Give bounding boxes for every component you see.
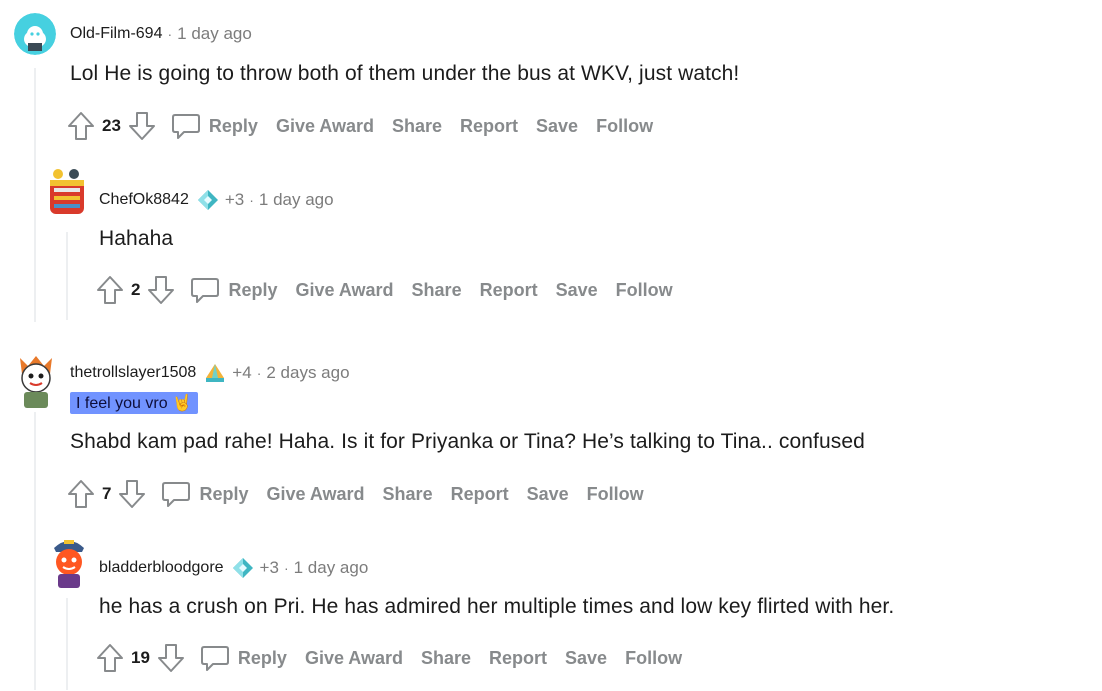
username[interactable]: ChefOk8842	[99, 191, 189, 209]
follow-button[interactable]: Follow	[616, 280, 673, 301]
separator: ·	[256, 365, 262, 381]
share-button[interactable]: Share	[383, 484, 433, 505]
comment-bubble-icon[interactable]	[190, 275, 222, 305]
give-award-button[interactable]: Give Award	[276, 116, 374, 137]
report-button[interactable]: Report	[489, 648, 547, 669]
vote-score: 23	[102, 116, 121, 135]
reply-button[interactable]: Reply	[228, 280, 277, 301]
save-button[interactable]: Save	[556, 280, 598, 301]
report-button[interactable]: Report	[480, 280, 538, 301]
thread-line-4[interactable]	[66, 598, 68, 690]
award-icon	[197, 189, 219, 211]
username[interactable]: thetrollslayer1508	[70, 364, 196, 382]
vote-score: 7	[102, 484, 112, 503]
share-button[interactable]: Share	[392, 116, 442, 137]
report-button[interactable]: Report	[451, 484, 509, 505]
give-award-button[interactable]: Give Award	[296, 280, 394, 301]
reply-button[interactable]: Reply	[199, 484, 248, 505]
comment-actions: 2 Reply Give Award Share Report Save Fol…	[95, 274, 673, 306]
avatar[interactable]	[14, 13, 56, 55]
save-button[interactable]: Save	[536, 116, 578, 137]
avatar[interactable]	[44, 166, 90, 220]
follow-button[interactable]: Follow	[596, 116, 653, 137]
avatar-icon	[54, 540, 84, 588]
upvote-icon[interactable]	[66, 110, 96, 142]
comment-bubble-icon[interactable]	[200, 643, 232, 673]
award-icon	[232, 557, 254, 579]
share-button[interactable]: Share	[421, 648, 471, 669]
award-count: +4	[232, 363, 252, 382]
comment-body: Shabd kam pad rahe! Haha. Is it for Priy…	[70, 430, 865, 453]
upvote-icon[interactable]	[95, 274, 125, 306]
username[interactable]: bladderbloodgore	[99, 559, 224, 577]
share-button[interactable]: Share	[412, 280, 462, 301]
report-button[interactable]: Report	[460, 116, 518, 137]
give-award-button[interactable]: Give Award	[267, 484, 365, 505]
comment-actions: 19 Reply Give Award Share Report Save Fo…	[95, 642, 682, 674]
thread-line-2[interactable]	[66, 232, 68, 320]
separator: ·	[249, 192, 254, 208]
follow-button[interactable]: Follow	[587, 484, 644, 505]
avatar[interactable]	[14, 352, 58, 410]
follow-button[interactable]: Follow	[625, 648, 682, 669]
separator: ·	[167, 26, 173, 42]
timestamp[interactable]: 1 day ago	[294, 558, 369, 578]
comment-body: Lol He is going to throw both of them un…	[70, 62, 740, 85]
avatar-icon	[50, 169, 84, 214]
user-flair: I feel you vro 🤘	[70, 392, 198, 414]
vote-score: 2	[131, 280, 141, 299]
award-count: +3	[224, 190, 245, 209]
avatar-icon	[14, 13, 56, 55]
comment-bubble-icon[interactable]	[171, 111, 203, 141]
timestamp[interactable]: 2 days ago	[266, 363, 349, 383]
upvote-icon[interactable]	[95, 642, 125, 674]
give-award-button[interactable]: Give Award	[305, 648, 403, 669]
award-count: +3	[259, 558, 279, 577]
downvote-icon[interactable]	[156, 642, 186, 674]
avatar[interactable]	[46, 534, 92, 590]
username[interactable]: Old-Film-694	[70, 25, 162, 43]
reply-button[interactable]: Reply	[238, 648, 287, 669]
downvote-icon[interactable]	[117, 478, 147, 510]
avatar-icon	[20, 356, 52, 408]
downvote-icon[interactable]	[146, 274, 176, 306]
thread-line-3[interactable]	[34, 412, 36, 690]
upvote-icon[interactable]	[66, 478, 96, 510]
comment-actions: 23 Reply Give Award Share Report Save Fo…	[66, 110, 653, 142]
comment-bubble-icon[interactable]	[161, 479, 193, 509]
comment-actions: 7 Reply Give Award Share Report Save Fol…	[66, 478, 644, 510]
timestamp[interactable]: 1 day ago	[177, 24, 252, 44]
award-icon	[204, 362, 226, 384]
timestamp[interactable]: 1 day ago	[259, 190, 334, 210]
save-button[interactable]: Save	[565, 648, 607, 669]
separator: ·	[283, 560, 289, 576]
thread-line-1[interactable]	[34, 68, 36, 322]
reply-button[interactable]: Reply	[209, 116, 258, 137]
comment-body: he has a crush on Pri. He has admired he…	[99, 595, 895, 618]
save-button[interactable]: Save	[527, 484, 569, 505]
comment-body: Hahaha	[99, 227, 174, 250]
vote-score: 19	[131, 648, 150, 667]
downvote-icon[interactable]	[127, 110, 157, 142]
